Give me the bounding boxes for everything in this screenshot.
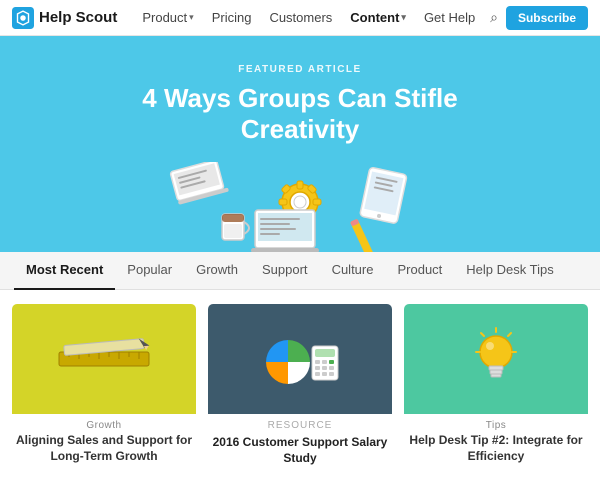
card-1-image	[12, 304, 196, 414]
nav-customers[interactable]: Customers	[262, 6, 339, 29]
tab-growth[interactable]: Growth	[184, 252, 250, 290]
card-1-category: Growth	[14, 420, 194, 431]
card-1-title: Aligning Sales and Support for Long-Term…	[14, 433, 194, 464]
card-2-resource-label: RESOURCE	[210, 420, 390, 431]
hero-label: Featured Article	[20, 64, 580, 75]
card-growth[interactable]: Growth Aligning Sales and Support for Lo…	[12, 304, 196, 468]
card-2-svg	[250, 324, 350, 394]
card-1-svg	[54, 324, 154, 394]
card-2-body: RESOURCE 2016 Customer Support Salary St…	[208, 414, 392, 468]
card-resource[interactable]: RESOURCE 2016 Customer Support Salary St…	[208, 304, 392, 468]
card-tips[interactable]: Tips Help Desk Tip #2: Integrate for Eff…	[404, 304, 588, 468]
logo-icon	[12, 7, 34, 29]
nav-right: ⌕ Subscribe	[490, 6, 588, 30]
navbar: Help Scout Product ▾ Pricing Customers C…	[0, 0, 600, 36]
tabs-bar: Most Recent Popular Growth Support Cultu…	[0, 252, 600, 290]
logo-text: Help Scout	[39, 9, 117, 26]
card-3-category: Tips	[406, 420, 586, 431]
search-icon[interactable]: ⌕	[490, 9, 498, 26]
card-2-image	[208, 304, 392, 414]
nav-links: Product ▾ Pricing Customers Content ▾ Ge…	[135, 6, 490, 29]
card-3-svg	[446, 324, 546, 394]
logo-link[interactable]: Help Scout	[12, 7, 117, 29]
card-3-title: Help Desk Tip #2: Integrate for Efficien…	[406, 433, 586, 464]
nav-content[interactable]: Content ▾	[343, 6, 413, 29]
product-arrow-icon: ▾	[189, 12, 194, 23]
tab-most-recent[interactable]: Most Recent	[14, 252, 115, 290]
tab-popular[interactable]: Popular	[115, 252, 184, 290]
nav-get-help[interactable]: Get Help	[417, 6, 482, 29]
hero-svg	[150, 162, 450, 252]
cards-grid: Growth Aligning Sales and Support for Lo…	[12, 304, 588, 468]
hero-title: 4 Ways Groups Can Stifle Creativity	[90, 83, 510, 145]
hero-illustration	[20, 157, 580, 252]
card-3-body: Tips Help Desk Tip #2: Integrate for Eff…	[404, 414, 588, 466]
nav-pricing[interactable]: Pricing	[205, 6, 259, 29]
subscribe-button[interactable]: Subscribe	[506, 6, 588, 30]
content-arrow-icon: ▾	[401, 12, 406, 23]
tab-culture[interactable]: Culture	[320, 252, 386, 290]
nav-product[interactable]: Product ▾	[135, 6, 200, 29]
card-3-image	[404, 304, 588, 414]
tab-support[interactable]: Support	[250, 252, 320, 290]
card-1-body: Growth Aligning Sales and Support for Lo…	[12, 414, 196, 466]
cards-section: Growth Aligning Sales and Support for Lo…	[0, 290, 600, 482]
tab-help-desk-tips[interactable]: Help Desk Tips	[454, 252, 565, 290]
hero-section: Featured Article 4 Ways Groups Can Stifl…	[0, 36, 600, 252]
tab-product[interactable]: Product	[385, 252, 454, 290]
card-2-title: 2016 Customer Support Salary Study	[210, 435, 390, 466]
